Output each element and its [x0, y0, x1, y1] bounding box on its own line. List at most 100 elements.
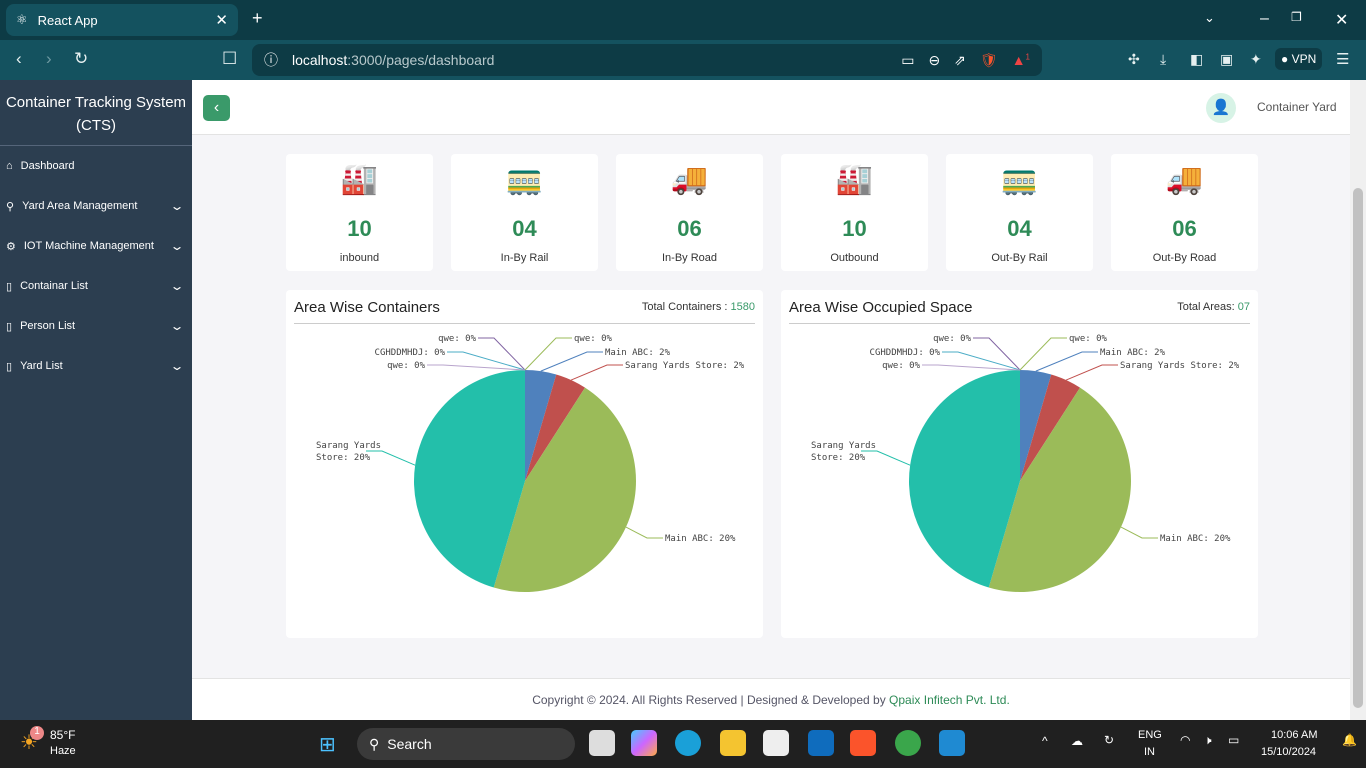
brave-rewards-icon[interactable]: ▲1	[1012, 52, 1030, 68]
brave-shield-icon[interactable]: 🛡	[980, 52, 998, 69]
url-path: :3000/pages/dashboard	[347, 52, 495, 68]
data-label: Sarang Yards Store: 20%	[316, 441, 381, 463]
sidebar-item-dashboard[interactable]: ⌂ Dashboard	[0, 146, 192, 186]
download-icon[interactable]: ⤓	[1160, 51, 1166, 68]
tab-list-icon[interactable]: ⌄	[1204, 10, 1215, 26]
leader-line	[1035, 351, 1098, 372]
sidebar-icon[interactable]: ◧	[1190, 51, 1203, 68]
sidebar-item-label: Dashboard	[20, 160, 75, 172]
sidebar-item-yard-area-management[interactable]: ⚲ Yard Area Management ⌄	[0, 186, 192, 226]
wifi-icon[interactable]: ◠	[1180, 733, 1190, 747]
minimize-button[interactable]: –	[1260, 10, 1269, 28]
taskbar-search[interactable]: ⚲ Search	[357, 728, 575, 760]
sidebar-item-iot-machine-management[interactable]: ⚙ IOT Machine Management ⌄	[0, 226, 192, 266]
data-label: Main ABC: 2%	[605, 348, 671, 358]
file-explorer-icon[interactable]	[720, 730, 746, 756]
notification-bell-icon[interactable]: 🔔	[1342, 733, 1357, 747]
stat-card-out-by-rail: 🚃 04 Out-By Rail	[946, 154, 1093, 271]
region-indicator[interactable]: IN	[1144, 746, 1155, 758]
leader-line	[1120, 526, 1158, 539]
sidebar-item-yard-list[interactable]: ▯ Yard List ⌄	[0, 346, 192, 386]
sidebar-item-containar-list[interactable]: ▯ Containar List ⌄	[0, 266, 192, 306]
battery-icon[interactable]: ▭	[1228, 733, 1239, 747]
url-host: localhost	[292, 52, 348, 68]
maximize-button[interactable]: ❐	[1291, 10, 1302, 24]
extensions-icon[interactable]: ✣	[1128, 51, 1140, 68]
user-name[interactable]: Container Yard	[1257, 100, 1337, 114]
data-label: Sarang Yards Store: 2%	[625, 361, 745, 371]
stat-card-in-by-rail: 🚃 04 In-By Rail	[451, 154, 598, 271]
user-avatar-icon[interactable]: 👤	[1206, 93, 1236, 123]
divider	[789, 323, 1250, 324]
edge-icon[interactable]	[675, 730, 701, 756]
tray-overflow-icon[interactable]: ^	[1042, 734, 1048, 748]
browser-tab[interactable]: ⚛ React App ✕	[6, 4, 238, 36]
clock-date[interactable]: 15/10/2024	[1261, 746, 1316, 758]
chevron-down-icon: ⌄	[169, 279, 185, 293]
container-icon: ▯	[6, 280, 13, 293]
menu-icon[interactable]: ☰	[1336, 50, 1349, 68]
close-window-button[interactable]: ✕	[1335, 10, 1348, 30]
app-leaf-icon[interactable]	[895, 730, 921, 756]
vpn-button[interactable]: ● VPN	[1275, 48, 1323, 70]
company-link[interactable]: Qpaix Infitech Pvt. Ltd.	[889, 693, 1010, 707]
data-label: CGHDDMHDJ: 0%	[375, 348, 446, 358]
cast-icon[interactable]: ▭	[901, 52, 914, 69]
browser-tab-bar: ⚛ React App ✕ + ⌄ – ❐ ✕	[0, 0, 1366, 40]
sync-icon[interactable]: ↻	[1104, 733, 1114, 747]
copilot-icon[interactable]	[631, 730, 657, 756]
store-icon[interactable]	[763, 730, 789, 756]
data-label: qwe: 0%	[438, 334, 477, 344]
close-tab-icon[interactable]: ✕	[215, 11, 228, 29]
share-icon[interactable]: ⇗	[954, 52, 966, 69]
total-label: Total Containers :	[641, 301, 728, 313]
new-tab-button[interactable]: +	[252, 8, 263, 29]
pie-chart: Main ABC: 2% Sarang Yards Store: 2% Main A…	[316, 334, 745, 592]
stat-label: In-By Rail	[500, 252, 549, 264]
scrollbar-thumb[interactable]	[1353, 188, 1363, 708]
search-icon: ⚲	[369, 735, 380, 752]
chevron-down-icon: ⌄	[169, 319, 185, 333]
bookmark-icon[interactable]: ☐	[222, 49, 237, 69]
app-brand: Container Tracking System (CTS)	[0, 80, 192, 146]
rail-wagon-icon: 🚃	[505, 163, 544, 196]
container-icon: ▯	[6, 320, 13, 333]
footer: Copyright © 2024. All Rights Reserved | …	[192, 678, 1350, 720]
back-icon[interactable]: ‹	[16, 49, 22, 69]
outlook-icon[interactable]	[808, 730, 834, 756]
onedrive-icon[interactable]: ☁	[1071, 734, 1083, 748]
stat-label: Outbound	[830, 252, 879, 264]
wallet-icon[interactable]: ▣	[1220, 51, 1233, 68]
leader-line	[524, 337, 572, 371]
clock-time[interactable]: 10:06 AM	[1271, 729, 1317, 741]
mute-icon[interactable]: 🕨	[1204, 733, 1212, 748]
windows-start-icon[interactable]: ⊞	[319, 732, 336, 757]
sidebar-item-person-list[interactable]: ▯ Person List ⌄	[0, 306, 192, 346]
page-scrollbar[interactable]	[1350, 80, 1366, 720]
chart-title: Area Wise Containers	[294, 299, 440, 316]
data-label: Main ABC: 2%	[1100, 348, 1166, 358]
stat-value: 04	[1007, 216, 1032, 241]
rail-wagon-icon: 🚃	[1000, 163, 1039, 196]
zoom-icon[interactable]: ⊖	[928, 52, 940, 69]
task-view-icon[interactable]	[589, 730, 615, 756]
language-indicator[interactable]: ENG	[1138, 729, 1162, 741]
truck-icon: 🚚	[670, 163, 709, 196]
location-icon: ⚲	[6, 200, 15, 213]
home-icon: ⌂	[6, 160, 13, 172]
forward-icon[interactable]: ›	[46, 49, 52, 69]
vpn-label: VPN	[1291, 52, 1317, 66]
reload-icon[interactable]: ↻	[74, 49, 88, 69]
leo-icon[interactable]: ✦	[1250, 51, 1262, 68]
brave-icon[interactable]	[850, 730, 876, 756]
area-wise-occupied-space-panel: Main ABC: 2% Sarang Yards Store: 2% Main A…	[781, 290, 1258, 638]
sidebar-item-label: Person List	[20, 320, 76, 332]
collapse-sidebar-button[interactable]: ‹	[203, 95, 230, 121]
data-label: qwe: 0%	[574, 334, 613, 344]
address-bar[interactable]: ⓘ localhost:3000/pages/dashboard ▭ ⊖ ⇗ 🛡…	[252, 44, 1042, 76]
leader-line	[366, 450, 416, 466]
leader-line	[861, 450, 911, 466]
stat-label: inbound	[339, 252, 380, 264]
vscode-icon[interactable]	[939, 730, 965, 756]
area-wise-containers-panel: Main ABC: 2% Sarang Yards Store: 2% Main A…	[286, 290, 763, 638]
